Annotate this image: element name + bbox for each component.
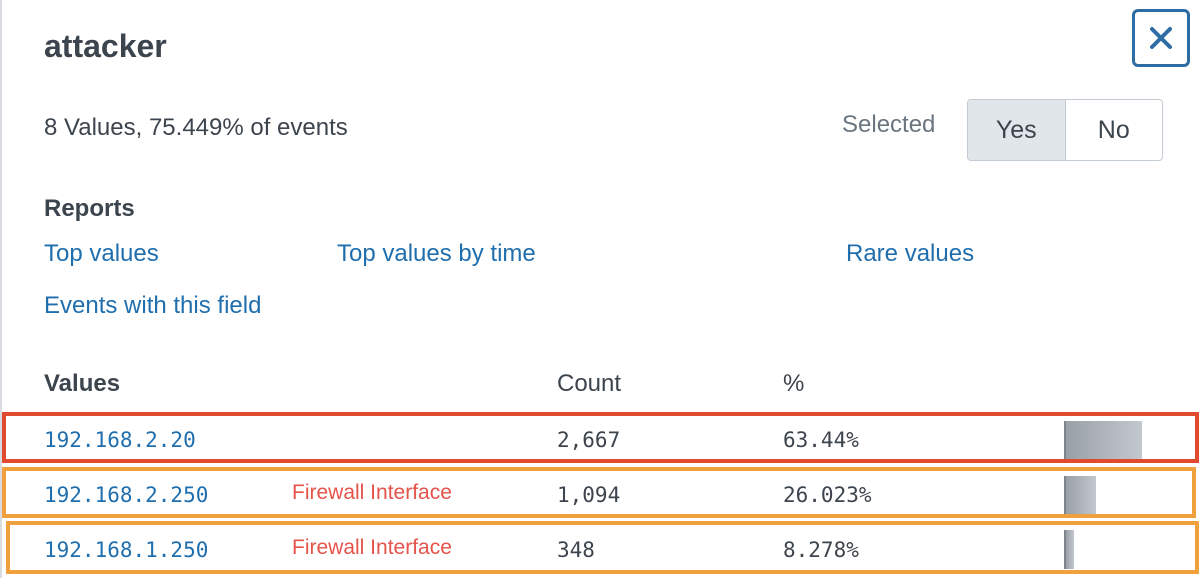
value-frequency-bar	[1064, 476, 1096, 514]
value-percent: 8.278%	[783, 538, 859, 562]
field-summary-panel: attacker 8 Values, 75.449% of events Sel…	[0, 0, 1199, 578]
value-link[interactable]: 192.168.2.250	[44, 483, 208, 507]
report-link-top-values[interactable]: Top values	[44, 240, 159, 268]
selected-label: Selected	[842, 111, 936, 138]
value-count: 2,667	[557, 428, 621, 452]
value-link[interactable]: 192.168.1.250	[44, 538, 208, 562]
value-frequency-bar	[1064, 421, 1142, 459]
table-row: 192.168.1.250 Firewall Interface 348 8.2…	[6, 521, 1199, 574]
value-note: Firewall Interface	[292, 481, 452, 504]
reports-heading: Reports	[44, 195, 135, 222]
column-header-count: Count	[557, 370, 622, 397]
value-note: Firewall Interface	[292, 536, 452, 559]
value-link[interactable]: 192.168.2.20	[44, 428, 196, 452]
table-row: 192.168.2.250 Firewall Interface 1,094 2…	[2, 467, 1196, 518]
close-icon	[1150, 27, 1172, 49]
column-header-percent: %	[783, 370, 805, 397]
value-count: 1,094	[557, 483, 621, 507]
report-link-events-with-field[interactable]: Events with this field	[44, 292, 261, 320]
report-link-top-values-by-time[interactable]: Top values by time	[337, 240, 536, 268]
report-link-rare-values[interactable]: Rare values	[846, 240, 974, 268]
value-percent: 63.44%	[783, 428, 859, 452]
value-percent: 26.023%	[783, 483, 872, 507]
field-title: attacker	[44, 28, 167, 64]
selected-no-button[interactable]: No	[1066, 100, 1163, 160]
table-row: 192.168.2.20 2,667 63.44%	[2, 412, 1199, 463]
selected-yes-button[interactable]: Yes	[968, 100, 1066, 160]
close-button[interactable]	[1132, 9, 1190, 67]
column-header-values: Values	[44, 370, 121, 397]
value-frequency-bar	[1064, 530, 1074, 569]
selected-toggle: Yes No	[967, 99, 1163, 161]
field-summary-text: 8 Values, 75.449% of events	[44, 114, 348, 141]
value-count: 348	[557, 538, 595, 562]
